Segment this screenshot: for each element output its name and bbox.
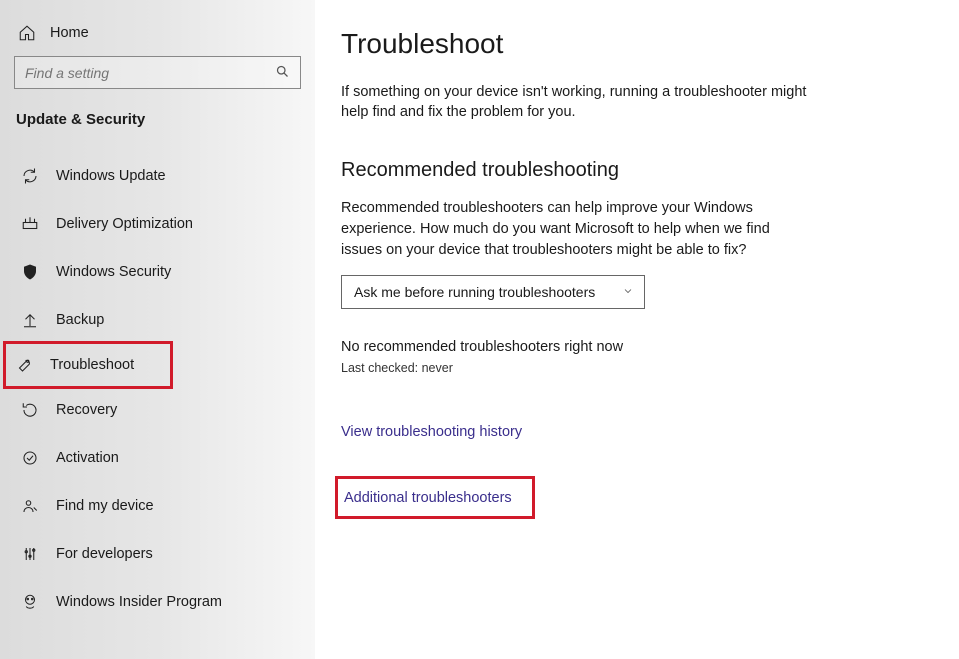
last-checked-text: Last checked: never	[341, 361, 929, 375]
backup-icon	[20, 311, 40, 329]
sidebar-item-windows-update[interactable]: Windows Update	[14, 152, 301, 200]
sidebar-item-find-my-device[interactable]: Find my device	[14, 482, 301, 530]
sidebar-item-label: Delivery Optimization	[56, 216, 193, 232]
additional-troubleshooters-link[interactable]: Additional troubleshooters	[344, 490, 512, 506]
insider-icon	[20, 593, 40, 611]
chevron-down-icon	[622, 284, 634, 300]
sidebar-nav: Windows Update Delivery Optimization Win…	[14, 152, 301, 626]
sidebar-item-label: Recovery	[56, 402, 117, 418]
sidebar-item-windows-insider[interactable]: Windows Insider Program	[14, 578, 301, 626]
sidebar-item-recovery[interactable]: Recovery	[14, 386, 301, 434]
developers-icon	[20, 545, 40, 563]
find-device-icon	[20, 497, 40, 515]
intro-text: If something on your device isn't workin…	[341, 82, 811, 123]
sidebar-item-label: Troubleshoot	[50, 357, 134, 373]
home-icon	[18, 24, 36, 42]
sidebar-item-activation[interactable]: Activation	[14, 434, 301, 482]
section-title: Update & Security	[14, 111, 301, 138]
sidebar-item-delivery-optimization[interactable]: Delivery Optimization	[14, 200, 301, 248]
sidebar-item-backup[interactable]: Backup	[14, 296, 301, 344]
home-link[interactable]: Home	[14, 18, 301, 56]
view-history-link[interactable]: View troubleshooting history	[341, 424, 522, 440]
sidebar-item-label: Find my device	[56, 498, 154, 514]
sidebar-item-windows-security[interactable]: Windows Security	[14, 248, 301, 296]
sidebar-item-label: Windows Security	[56, 264, 171, 280]
search-icon	[275, 64, 290, 82]
sidebar-item-label: Activation	[56, 450, 119, 466]
additional-troubleshooters-highlight: Additional troubleshooters	[335, 476, 535, 519]
wrench-icon	[14, 356, 34, 374]
recommended-description: Recommended troubleshooters can help imp…	[341, 198, 811, 261]
sidebar-item-label: Windows Update	[56, 168, 166, 184]
troubleshoot-preference-select[interactable]: Ask me before running troubleshooters	[341, 275, 645, 309]
search-input-container[interactable]	[14, 56, 301, 89]
delivery-icon	[20, 215, 40, 233]
sidebar-item-label: Backup	[56, 312, 104, 328]
recommended-heading: Recommended troubleshooting	[341, 159, 929, 182]
shield-icon	[20, 263, 40, 281]
sidebar-item-label: Windows Insider Program	[56, 594, 222, 610]
sidebar-item-for-developers[interactable]: For developers	[14, 530, 301, 578]
select-value: Ask me before running troubleshooters	[354, 284, 595, 300]
activation-icon	[20, 449, 40, 467]
page-title: Troubleshoot	[341, 28, 929, 60]
sidebar-item-label: For developers	[56, 546, 153, 562]
recovery-icon	[20, 401, 40, 419]
status-text: No recommended troubleshooters right now	[341, 339, 929, 355]
sidebar: Home Update & Security Windows Update De…	[0, 0, 315, 659]
sidebar-item-troubleshoot[interactable]: Troubleshoot	[3, 341, 173, 389]
home-label: Home	[50, 25, 89, 41]
search-input[interactable]	[25, 65, 275, 81]
main-content: Troubleshoot If something on your device…	[315, 0, 959, 659]
sync-icon	[20, 167, 40, 185]
